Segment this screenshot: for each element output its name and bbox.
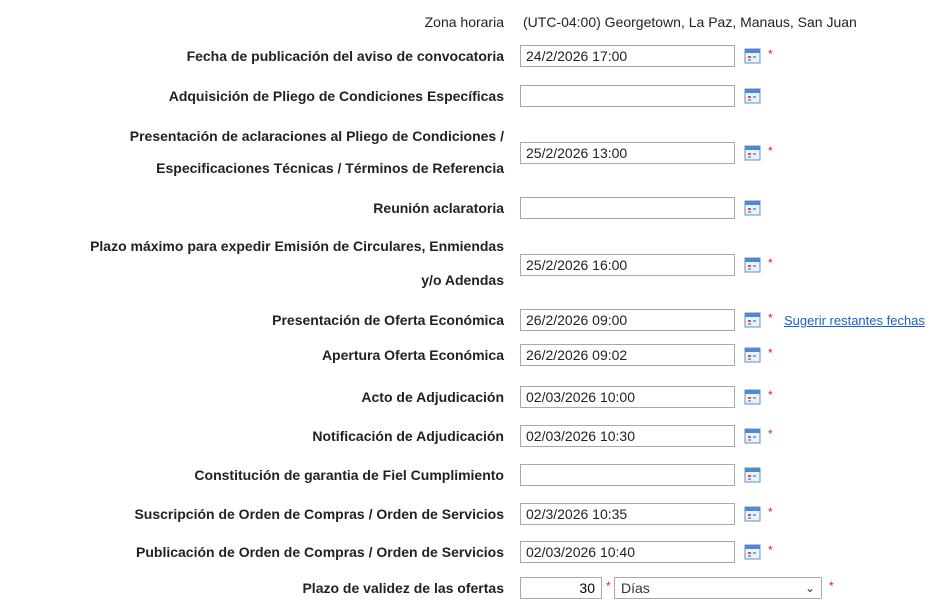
calendar-icon[interactable]: [744, 466, 761, 483]
chevron-down-icon: ⌄: [804, 581, 815, 595]
circulars-deadline-input[interactable]: [520, 254, 735, 276]
performance-guarantee-input[interactable]: [520, 464, 735, 486]
required-asterisk: *: [768, 144, 773, 158]
specifications-acquisition-input[interactable]: [520, 85, 735, 107]
required-asterisk: *: [829, 579, 834, 593]
calendar-icon[interactable]: [744, 388, 761, 405]
timezone-label: Zona horaria: [424, 14, 504, 30]
field-label: Apertura Oferta Económica: [321, 347, 504, 363]
required-asterisk: *: [768, 256, 773, 270]
field-label-line2: y/o Adendas: [421, 272, 504, 288]
calendar-icon[interactable]: [744, 543, 761, 560]
required-asterisk: *: [768, 388, 773, 402]
calendar-icon[interactable]: [744, 256, 761, 273]
suggest-remaining-dates-link[interactable]: Sugerir restantes fechas: [784, 312, 925, 330]
field-label: Fecha de publicación del aviso de convoc…: [186, 48, 504, 64]
calendar-icon[interactable]: [744, 505, 761, 522]
required-asterisk: *: [768, 311, 773, 325]
publication-date-input[interactable]: [520, 45, 735, 67]
calendar-icon[interactable]: [744, 47, 761, 64]
validity-number-input[interactable]: [520, 577, 602, 599]
validity-label: Plazo de validez de las ofertas: [302, 580, 504, 596]
offer-opening-input[interactable]: [520, 344, 735, 366]
required-asterisk: *: [768, 47, 773, 61]
calendar-icon[interactable]: [744, 87, 761, 104]
field-label-line1: Plazo máximo para expedir Emisión de Cir…: [90, 238, 504, 254]
calendar-icon[interactable]: [744, 199, 761, 216]
field-label: Constitución de garantia de Fiel Cumplim…: [194, 467, 504, 483]
field-label: Acto de Adjudicación: [361, 389, 504, 405]
validity-unit-value: Días: [621, 580, 650, 596]
required-asterisk: *: [768, 543, 773, 557]
field-label: Presentación de Oferta Económica: [272, 312, 504, 328]
order-publication-input[interactable]: [520, 541, 735, 563]
calendar-icon[interactable]: [744, 311, 761, 328]
required-asterisk: *: [606, 579, 611, 593]
field-label: Publicación de Orden de Compras / Orden …: [136, 544, 504, 560]
award-act-input[interactable]: [520, 386, 735, 408]
calendar-icon[interactable]: [744, 144, 761, 161]
field-label-line2: Especificaciones Técnicas / Términos de …: [156, 160, 504, 176]
required-asterisk: *: [768, 346, 773, 360]
award-notification-input[interactable]: [520, 425, 735, 447]
field-label: Adquisición de Pliego de Condiciones Esp…: [168, 88, 504, 104]
required-asterisk: *: [768, 505, 773, 519]
clarification-meeting-input[interactable]: [520, 197, 735, 219]
clarifications-input[interactable]: [520, 142, 735, 164]
timezone-value: (UTC-04:00) Georgetown, La Paz, Manaus, …: [523, 14, 857, 30]
field-label: Suscripción de Orden de Compras / Orden …: [134, 506, 504, 522]
field-label: Reunión aclaratoria: [373, 200, 504, 216]
validity-unit-select[interactable]: Días ⌄: [614, 577, 822, 599]
field-label-line1: Presentación de aclaraciones al Pliego d…: [129, 128, 504, 144]
field-label: Notificación de Adjudicación: [312, 428, 504, 444]
schedule-form: Zona horaria (UTC-04:00) Georgetown, La …: [0, 0, 951, 600]
calendar-icon[interactable]: [744, 427, 761, 444]
economic-offer-input[interactable]: [520, 309, 735, 331]
required-asterisk: *: [768, 427, 773, 441]
order-subscription-input[interactable]: [520, 503, 735, 525]
calendar-icon[interactable]: [744, 346, 761, 363]
